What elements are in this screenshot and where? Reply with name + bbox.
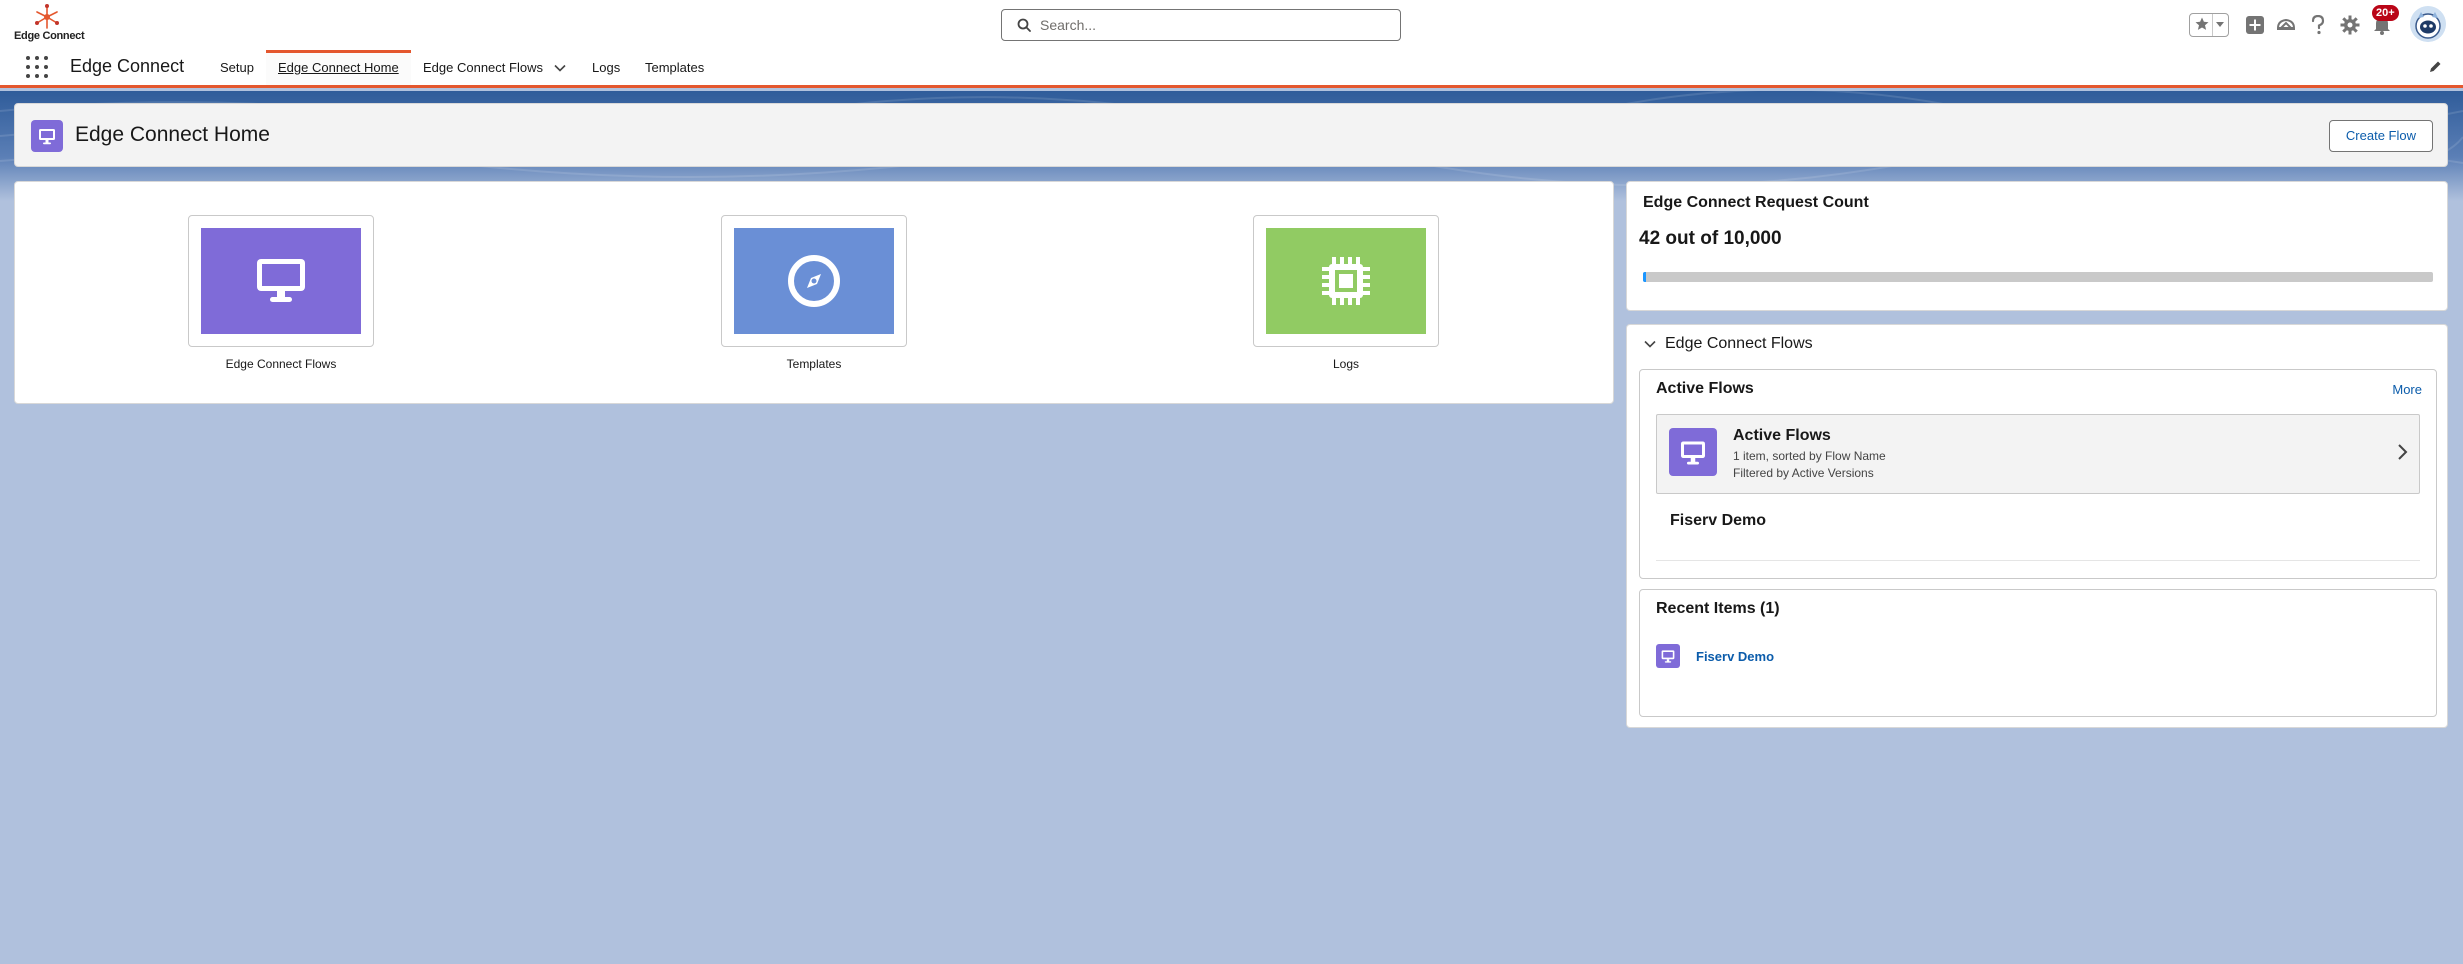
tile-label-templates[interactable]: Templates [694, 357, 934, 371]
more-link[interactable]: More [2392, 382, 2422, 397]
add-icon [2246, 16, 2264, 34]
navigation-bar: Edge Connect Setup Edge Connect Home Edg… [0, 50, 2463, 88]
app-launcher-icon[interactable] [26, 56, 48, 78]
request-count-title: Edge Connect Request Count [1643, 194, 1869, 211]
tile-label-logs[interactable]: Logs [1226, 357, 1466, 371]
list-view-title: Active Flows [1733, 427, 1831, 444]
flows-section-card: Edge Connect Flows Active Flows More Act… [1626, 324, 2448, 728]
active-flow-item[interactable]: Fiserv Demo [1670, 512, 1766, 530]
search-icon [1017, 18, 1031, 32]
active-flows-title: Active Flows [1656, 380, 1754, 397]
trailhead-button[interactable] [2274, 13, 2298, 37]
chevron-down-icon [554, 64, 566, 72]
tile-logs[interactable] [1253, 215, 1439, 347]
nav-item-edge-connect-home[interactable]: Edge Connect Home [266, 50, 411, 85]
chevron-down-icon [1644, 340, 1656, 348]
request-count-progress-bar [1643, 272, 2433, 282]
app-logo[interactable]: Edge Connect [14, 4, 85, 46]
global-header: Edge Connect Search... 20+ [0, 0, 2463, 50]
help-button[interactable] [2306, 13, 2330, 37]
gear-icon [2340, 15, 2360, 35]
edit-nav-button[interactable] [2428, 60, 2442, 79]
desktop-icon [201, 228, 361, 334]
request-count-value: 42 out of 10,000 [1639, 228, 1782, 249]
tile-label-edge-connect-flows[interactable]: Edge Connect Flows [161, 357, 401, 371]
logo-burst-icon [35, 4, 59, 29]
flows-section-title: Edge Connect Flows [1665, 335, 1813, 352]
astro-avatar-icon [2410, 6, 2446, 42]
recent-item-link[interactable]: Fiserv Demo [1696, 649, 1774, 664]
user-avatar[interactable] [2410, 6, 2446, 42]
flows-section-toggle[interactable]: Edge Connect Flows [1643, 335, 1813, 353]
logo-text: Edge Connect [14, 30, 85, 42]
list-divider [1656, 560, 2420, 561]
create-flow-button[interactable]: Create Flow [2328, 120, 2433, 152]
chip-icon [1266, 228, 1426, 334]
help-icon [2311, 15, 2325, 35]
search-input[interactable] [1040, 12, 1390, 38]
nav-item-logs[interactable]: Logs [592, 50, 620, 85]
list-view-filter: Filtered by Active Versions [1733, 466, 1874, 480]
desktop-icon [1656, 644, 1680, 668]
page-header: Edge Connect Home Create Flow [14, 103, 2448, 167]
star-icon [2195, 17, 2209, 30]
active-flows-list-view[interactable]: Active Flows 1 item, sorted by Flow Name… [1656, 414, 2420, 494]
app-name: Edge Connect [70, 56, 185, 76]
request-count-card: Edge Connect Request Count 42 out of 10,… [1626, 181, 2448, 311]
list-view-subtitle: 1 item, sorted by Flow Name [1733, 449, 1886, 463]
global-actions-button[interactable] [2243, 13, 2267, 37]
global-search[interactable] [1001, 9, 1401, 41]
page-title: Edge Connect Home [75, 123, 270, 146]
recent-items-card: Recent Items (1) Fiserv Demo [1639, 589, 2437, 717]
pencil-icon [2430, 61, 2441, 72]
desktop-icon [1669, 428, 1717, 476]
chevron-down-icon [2216, 22, 2224, 27]
favorites-divider [2212, 14, 2213, 36]
nav-flows-dropdown[interactable] [548, 50, 572, 85]
nav-item-templates[interactable]: Templates [645, 50, 704, 85]
compass-icon [734, 228, 894, 334]
cloud-icon [2276, 18, 2296, 30]
recent-items-title: Recent Items (1) [1656, 600, 1780, 617]
tile-edge-connect-flows[interactable] [188, 215, 374, 347]
notification-badge: 20+ [2372, 5, 2399, 21]
active-flows-card: Active Flows More Active Flows 1 item, s… [1639, 369, 2437, 579]
desktop-icon [31, 120, 63, 152]
chevron-right-icon [2398, 444, 2408, 460]
request-count-progress-fill [1643, 272, 1647, 282]
favorites-button[interactable] [2189, 13, 2229, 37]
nav-item-setup[interactable]: Setup [220, 50, 254, 85]
nav-item-edge-connect-flows[interactable]: Edge Connect Flows [423, 50, 543, 85]
setup-button[interactable] [2338, 13, 2362, 37]
tile-templates[interactable] [721, 215, 907, 347]
